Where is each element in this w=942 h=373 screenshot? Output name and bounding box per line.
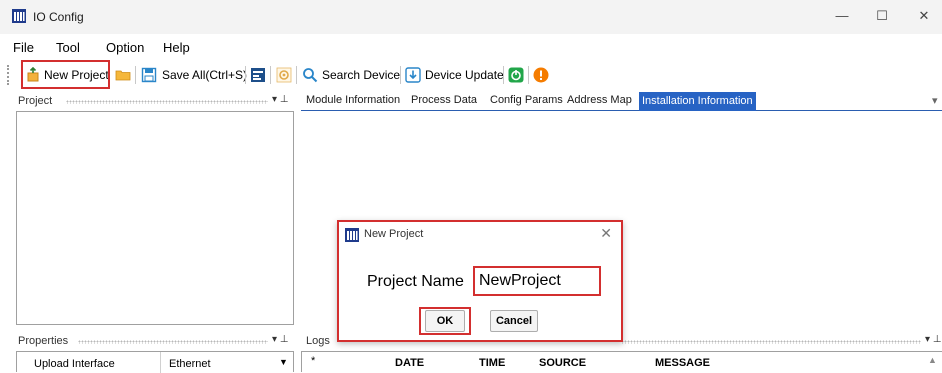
dialog-title: New Project [364,228,424,240]
project-panel-header: Project ▾ ⊥ [16,93,294,111]
alert-button[interactable] [533,64,549,86]
close-window-button[interactable]: ✕ [912,5,936,27]
log-col-time[interactable]: TIME [479,357,505,369]
toolbar-grip[interactable] [7,65,10,85]
device-update-button[interactable]: Device Update [405,64,504,86]
tab-strip: Module Information Process Data Config P… [301,92,942,111]
project-name-label: Project Name [367,273,464,290]
gear-icon [276,67,292,83]
column-divider [160,352,161,373]
search-device-label: Search Device [322,68,401,82]
project-tree[interactable] [16,111,294,325]
property-name: Upload Interface [34,358,115,370]
compile-icon [251,68,265,82]
properties-grid: Upload Interface Ethernet ▼ [16,351,294,373]
menu-file[interactable]: File [13,40,34,55]
log-col-date[interactable]: DATE [395,357,424,369]
save-all-label: Save All(Ctrl+S) [162,68,248,82]
ok-button[interactable]: OK [425,310,465,332]
cancel-button[interactable]: Cancel [490,310,538,332]
power-icon [508,67,524,83]
properties-panel-header: Properties ▾ ⊥ [16,333,294,351]
properties-panel-title: Properties [18,335,69,347]
save-icon [141,67,157,83]
toolbar: New Project Save All(Ctrl+S) Search Devi… [0,60,942,89]
log-col-source[interactable]: SOURCE [539,357,586,369]
toolbar-separator [400,66,401,84]
toolbar-separator [135,66,136,84]
tab-installation-information[interactable]: Installation Information [639,92,756,111]
search-icon [303,68,318,83]
maximize-button[interactable]: ☐ [870,5,894,27]
download-icon [405,67,421,83]
save-all-button[interactable]: Save All(Ctrl+S) [141,64,247,86]
tab-process-data[interactable]: Process Data [411,94,477,106]
connect-button[interactable] [508,64,524,86]
project-name-input[interactable]: NewProject [473,266,601,296]
tab-overflow-icon[interactable]: ▾ [932,94,938,107]
log-col-message[interactable]: MESSAGE [655,357,710,369]
property-value[interactable]: Ethernet [169,358,211,370]
toolbar-separator [270,66,271,84]
search-device-button[interactable]: Search Device [302,64,400,86]
panel-grip [621,340,921,344]
new-project-dialog: New Project ✕ Project Name NewProject OK… [337,220,623,342]
menu-tool[interactable]: Tool [56,40,80,55]
logs-grid: * DATE TIME SOURCE MESSAGE ▲ [301,351,942,372]
dropdown-chevron-icon[interactable]: ▼ [279,357,288,367]
title-bar: IO Config — ☐ ✕ [0,0,942,34]
tab-address-map[interactable]: Address Map [567,94,632,106]
dialog-close-button[interactable]: ✕ [600,225,612,242]
panel-grip [78,340,268,344]
panel-grip [66,100,268,104]
tab-config-params[interactable]: Config Params [490,94,563,106]
scroll-up-icon[interactable]: ▲ [928,355,937,365]
window-title: IO Config [33,10,84,24]
device-update-label: Device Update [425,68,504,82]
compile-button[interactable] [250,64,266,86]
app-logo-icon [12,9,26,23]
app-logo-icon [345,228,359,242]
new-project-highlight [21,60,110,89]
menu-help[interactable]: Help [163,40,190,55]
pin-icon[interactable]: ▾ ⊥ [925,334,942,345]
project-panel-title: Project [18,95,53,107]
minimize-button[interactable]: — [830,5,854,27]
tab-module-information[interactable]: Module Information [306,94,400,106]
toolbar-separator [296,66,297,84]
open-project-button[interactable] [115,64,131,86]
folder-open-icon [115,70,131,81]
menu-option[interactable]: Option [106,40,144,55]
toolbar-separator [503,66,504,84]
pin-icon[interactable]: ▾ ⊥ [272,94,289,105]
toolbar-separator [245,66,246,84]
warning-icon [533,67,549,83]
settings-button[interactable] [276,64,292,86]
logs-panel-title: Logs [306,335,330,347]
menu-bar: File Tool Option Help [0,34,942,60]
log-col-marker: * [311,355,316,367]
toolbar-separator [528,66,529,84]
pin-icon[interactable]: ▾ ⊥ [272,334,289,345]
